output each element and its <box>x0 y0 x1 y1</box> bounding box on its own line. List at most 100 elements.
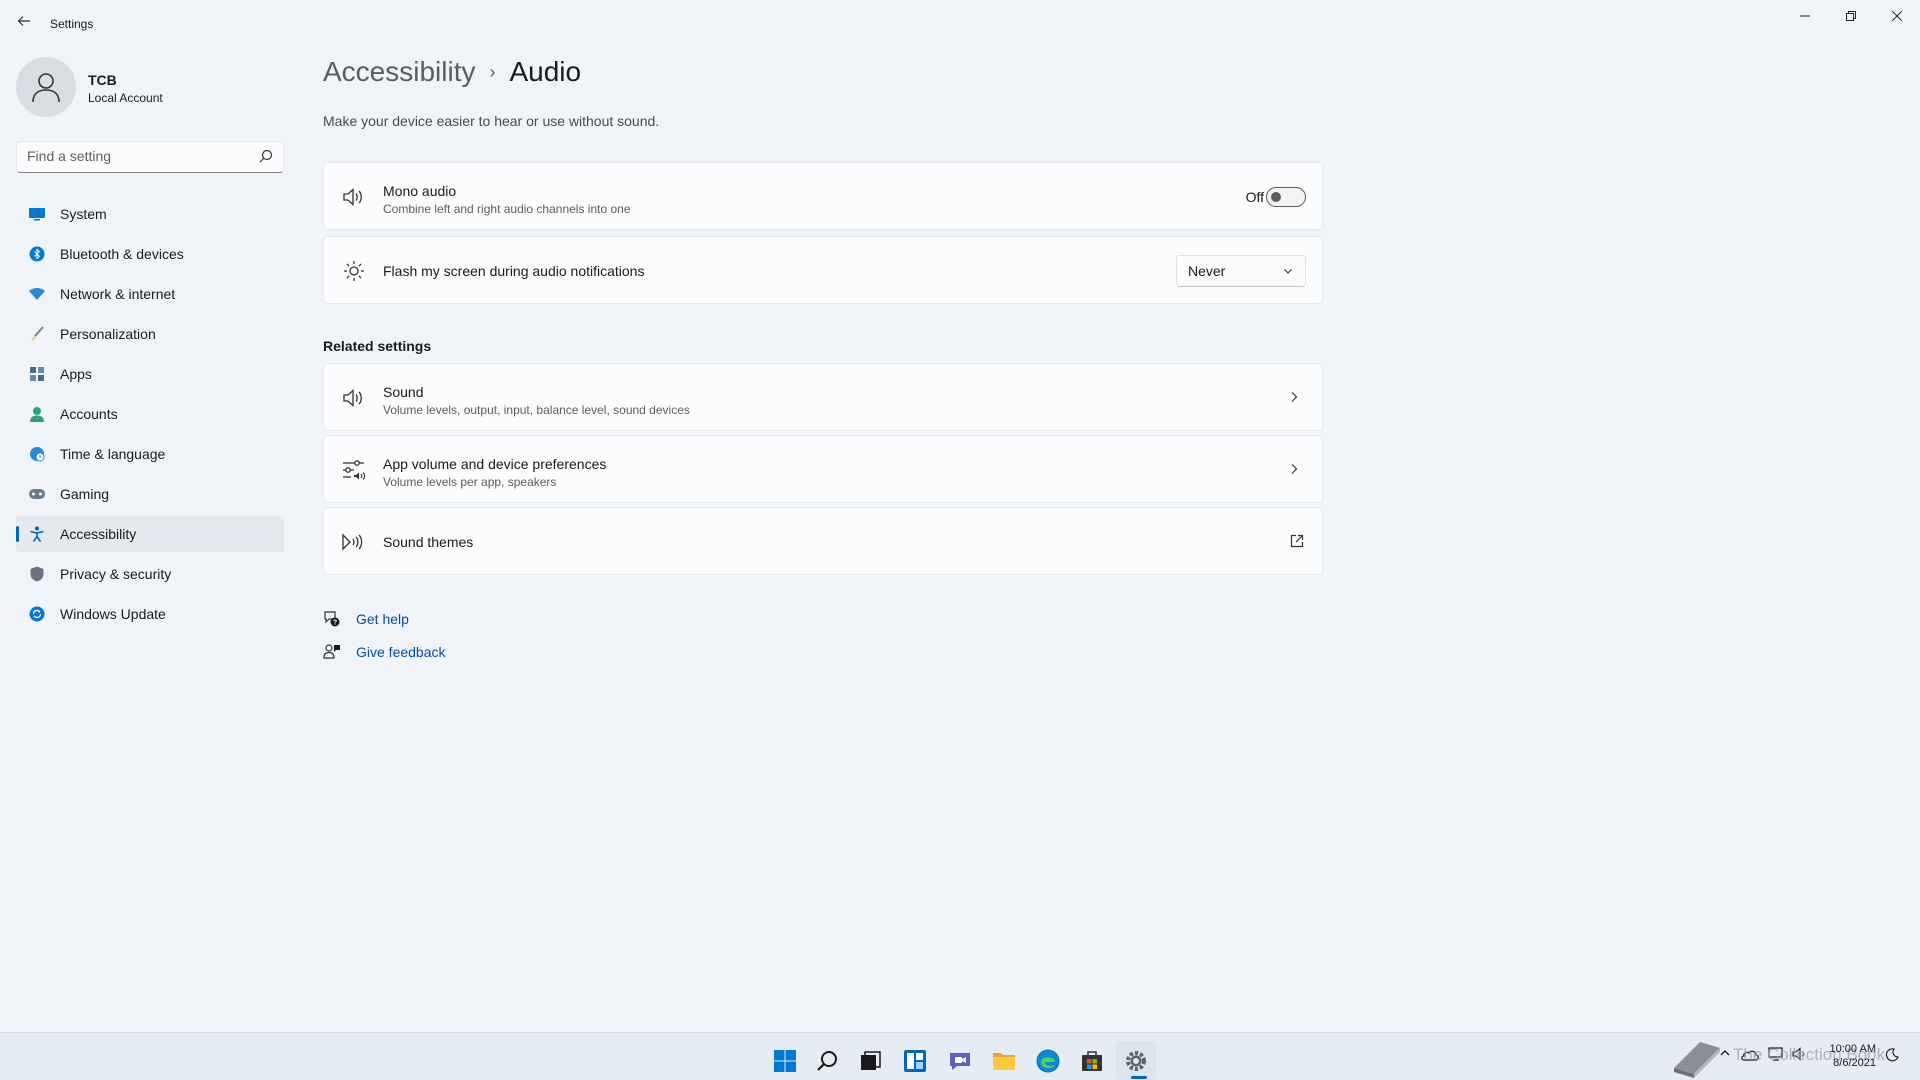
volume-tray-icon[interactable] <box>1792 1047 1810 1066</box>
chevron-right-icon <box>1291 464 1298 474</box>
tray-overflow-button[interactable] <box>1719 1046 1735 1062</box>
person-icon <box>28 405 46 423</box>
task-view-icon <box>861 1051 881 1070</box>
related-settings-heading: Related settings <box>323 338 432 354</box>
speaker-icon <box>342 386 366 410</box>
page-description: Make your device easier to hear or use w… <box>323 113 660 129</box>
mono-audio-toggle[interactable] <box>1266 187 1306 207</box>
sidebar-item-label: Accessibility <box>60 526 137 542</box>
start-icon <box>774 1050 796 1072</box>
sidebar-item-label: Gaming <box>60 486 110 502</box>
edge-button[interactable] <box>1028 1041 1068 1080</box>
mono-audio-card: Mono audio Combine left and right audio … <box>323 162 1323 230</box>
store-button[interactable] <box>1072 1041 1112 1080</box>
chevron-right-icon <box>1291 392 1298 402</box>
settings-taskbar-button[interactable] <box>1116 1041 1156 1080</box>
sidebar-item-bluetooth[interactable]: Bluetooth & devices <box>16 236 284 272</box>
get-help-link[interactable]: ? Get help <box>323 610 409 628</box>
breadcrumb: Accessibility › Audio <box>323 56 581 88</box>
flash-screen-dropdown[interactable]: Never <box>1176 255 1306 287</box>
sidebar-item-accounts[interactable]: Accounts <box>16 396 284 432</box>
sidebar-item-apps[interactable]: Apps <box>16 356 284 392</box>
chevron-up-icon <box>1720 1050 1730 1056</box>
taskbar-search-button[interactable] <box>808 1041 848 1080</box>
onedrive-tray-icon[interactable] <box>1740 1047 1760 1066</box>
brightness-icon <box>342 259 366 283</box>
restore-button[interactable] <box>1828 0 1874 32</box>
start-button[interactable] <box>765 1041 805 1080</box>
external-link-icon <box>1290 534 1304 548</box>
flash-screen-title: Flash my screen during audio notificatio… <box>383 263 645 279</box>
file-explorer-button[interactable] <box>984 1041 1024 1080</box>
update-icon <box>28 605 46 623</box>
network-tray-icon[interactable] <box>1768 1047 1786 1066</box>
give-feedback-link[interactable]: Give feedback <box>323 643 446 661</box>
sound-subtitle: Volume levels, output, input, balance le… <box>383 403 690 417</box>
book-watermark-icon <box>1674 1042 1720 1078</box>
restore-icon <box>1846 11 1856 21</box>
avatar[interactable] <box>16 57 76 117</box>
clock[interactable]: 10:00 AM 8/6/2021 <box>1810 1042 1876 1070</box>
sound-themes-icon <box>342 530 366 554</box>
app-volume-subtitle: Volume levels per app, speakers <box>383 475 557 489</box>
close-button[interactable] <box>1874 0 1920 32</box>
dropdown-value: Never <box>1188 263 1226 279</box>
app-volume-link-card[interactable]: App volume and device preferences Volume… <box>323 435 1323 503</box>
sidebar-item-time-language[interactable]: Time & language <box>16 436 284 472</box>
sidebar-item-gaming[interactable]: Gaming <box>16 476 284 512</box>
gamepad-icon <box>28 485 46 503</box>
monitor-icon <box>28 205 46 223</box>
brush-icon <box>28 325 46 343</box>
breadcrumb-parent[interactable]: Accessibility <box>323 56 475 88</box>
notifications-button[interactable] <box>1884 1047 1900 1068</box>
sidebar-item-label: Personalization <box>60 326 156 342</box>
widgets-button[interactable] <box>895 1041 935 1080</box>
flash-screen-card: Flash my screen during audio notificatio… <box>323 236 1323 304</box>
sidebar-nav: System Bluetooth & devices Network & int… <box>16 196 284 636</box>
sidebar-item-windows-update[interactable]: Windows Update <box>16 596 284 632</box>
edge-icon <box>1036 1049 1060 1073</box>
clock-time: 10:00 AM <box>1829 1043 1876 1055</box>
feedback-icon <box>323 643 341 661</box>
back-arrow-icon <box>17 16 30 26</box>
search-box[interactable] <box>16 141 284 173</box>
page-title: Audio <box>509 56 582 87</box>
mono-audio-subtitle: Combine left and right audio channels in… <box>383 202 631 216</box>
search-icon[interactable] <box>259 149 273 163</box>
get-help-label: Get help <box>356 611 409 627</box>
sound-link-card[interactable]: Sound Volume levels, output, input, bala… <box>323 363 1323 431</box>
sidebar-item-privacy-security[interactable]: Privacy & security <box>16 556 284 592</box>
ethernet-monitor-icon <box>1768 1047 1783 1061</box>
sidebar-item-system[interactable]: System <box>16 196 284 232</box>
search-input[interactable] <box>27 148 247 164</box>
cloud-icon <box>1741 1050 1759 1061</box>
settings-icon <box>1126 1051 1146 1071</box>
sidebar-item-accessibility[interactable]: Accessibility <box>16 516 284 552</box>
apps-icon <box>28 365 46 383</box>
window-title: Settings <box>50 17 94 31</box>
profile-account-type: Local Account <box>88 91 163 105</box>
bluetooth-icon <box>28 245 46 263</box>
globe-clock-icon <box>28 445 46 463</box>
sidebar-item-label: Windows Update <box>60 606 166 622</box>
chat-button[interactable] <box>940 1041 980 1080</box>
sidebar-item-personalization[interactable]: Personalization <box>16 316 284 352</box>
volume-icon <box>1792 1047 1805 1061</box>
give-feedback-label: Give feedback <box>356 644 446 660</box>
svg-text:?: ? <box>333 620 337 627</box>
sound-themes-link-card[interactable]: Sound themes <box>323 507 1323 575</box>
minimize-button[interactable] <box>1782 0 1828 32</box>
back-button[interactable] <box>12 12 36 36</box>
user-icon <box>32 73 60 103</box>
speaker-icon <box>342 185 366 209</box>
mono-audio-state-label: Off <box>1245 189 1264 205</box>
wifi-icon <box>28 285 46 303</box>
taskbar: The Collection Book 10:00 AM 8/6/2021 <box>0 1032 1920 1080</box>
sidebar-item-network[interactable]: Network & internet <box>16 276 284 312</box>
sidebar-item-label: Bluetooth & devices <box>60 246 184 262</box>
title-bar: Settings <box>0 0 1920 48</box>
sliders-speaker-icon <box>342 458 366 482</box>
shield-icon <box>28 565 46 583</box>
task-view-button[interactable] <box>850 1041 890 1080</box>
sidebar-item-label: Accounts <box>60 406 118 422</box>
